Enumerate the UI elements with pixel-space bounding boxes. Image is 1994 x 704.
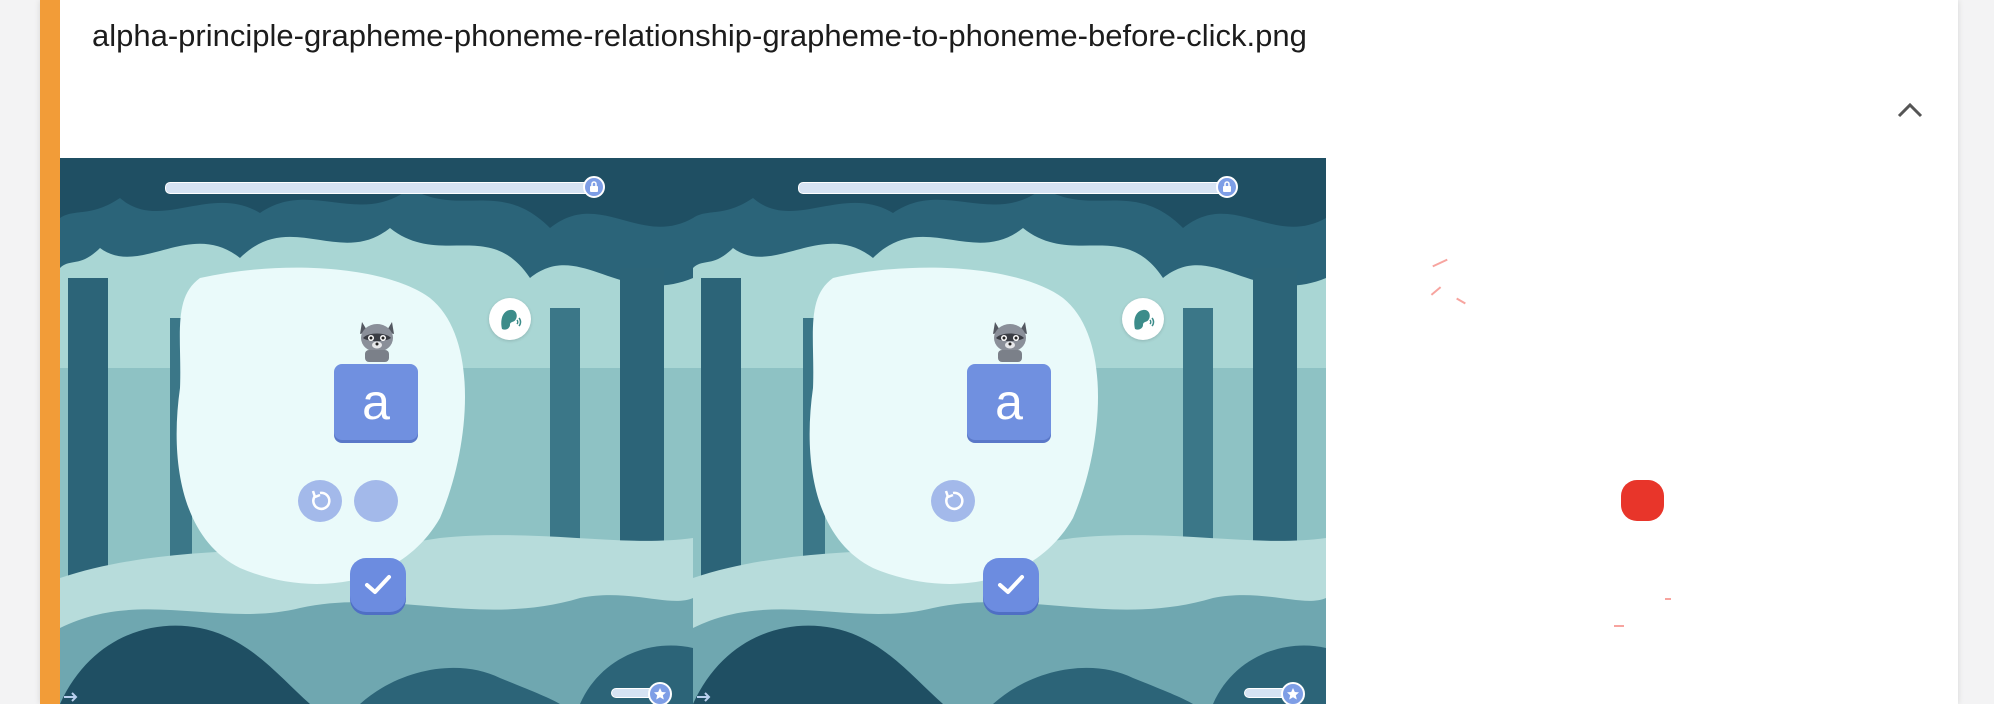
lock-icon	[1223, 181, 1231, 192]
level-progress-bar	[165, 182, 597, 194]
chevron-up-icon	[1897, 102, 1923, 118]
annotation-speck	[1430, 286, 1442, 296]
screenshot-preview: a a	[60, 158, 1327, 704]
annotation-speck	[1456, 297, 1466, 305]
speaker-button[interactable]	[1122, 298, 1164, 340]
star-icon	[1287, 688, 1299, 700]
answer-slot-button[interactable]	[354, 480, 398, 522]
star-button[interactable]	[648, 682, 672, 704]
red-marker	[1621, 480, 1664, 521]
game-frame-after: a	[693, 158, 1326, 704]
annotation-speck	[1665, 598, 1671, 600]
annotation-speck	[1432, 258, 1448, 268]
speaker-button[interactable]	[489, 298, 531, 340]
replay-icon	[311, 490, 331, 511]
speaker-icon	[1134, 309, 1155, 330]
raccoon-mascot	[993, 322, 1027, 362]
checkmark-icon	[365, 575, 391, 594]
check-button[interactable]	[350, 558, 406, 612]
game-frame-before: a	[60, 158, 693, 704]
file-name: alpha-principle-grapheme-phoneme-relatio…	[92, 18, 1307, 53]
checkmark-icon	[998, 575, 1024, 594]
exit-icon[interactable]	[695, 690, 715, 704]
lock-button[interactable]	[583, 176, 605, 198]
speaker-icon	[501, 309, 522, 330]
screenshot-card: alpha-principle-grapheme-phoneme-relatio…	[40, 0, 1958, 704]
replay-button[interactable]	[931, 480, 975, 522]
card-accent-bar	[40, 0, 60, 704]
exit-icon[interactable]	[62, 690, 82, 704]
lock-button[interactable]	[1216, 176, 1238, 198]
annotation-speck	[1614, 625, 1624, 627]
star-button[interactable]	[1281, 682, 1305, 704]
star-icon	[654, 688, 666, 700]
letter-tile[interactable]: a	[967, 364, 1051, 440]
replay-icon	[944, 490, 964, 511]
collapse-button[interactable]	[1890, 92, 1930, 128]
check-button[interactable]	[983, 558, 1039, 612]
replay-button[interactable]	[298, 480, 342, 522]
lock-icon	[590, 181, 598, 192]
letter-tile[interactable]: a	[334, 364, 418, 440]
level-progress-bar	[798, 182, 1230, 194]
raccoon-mascot	[360, 322, 394, 362]
